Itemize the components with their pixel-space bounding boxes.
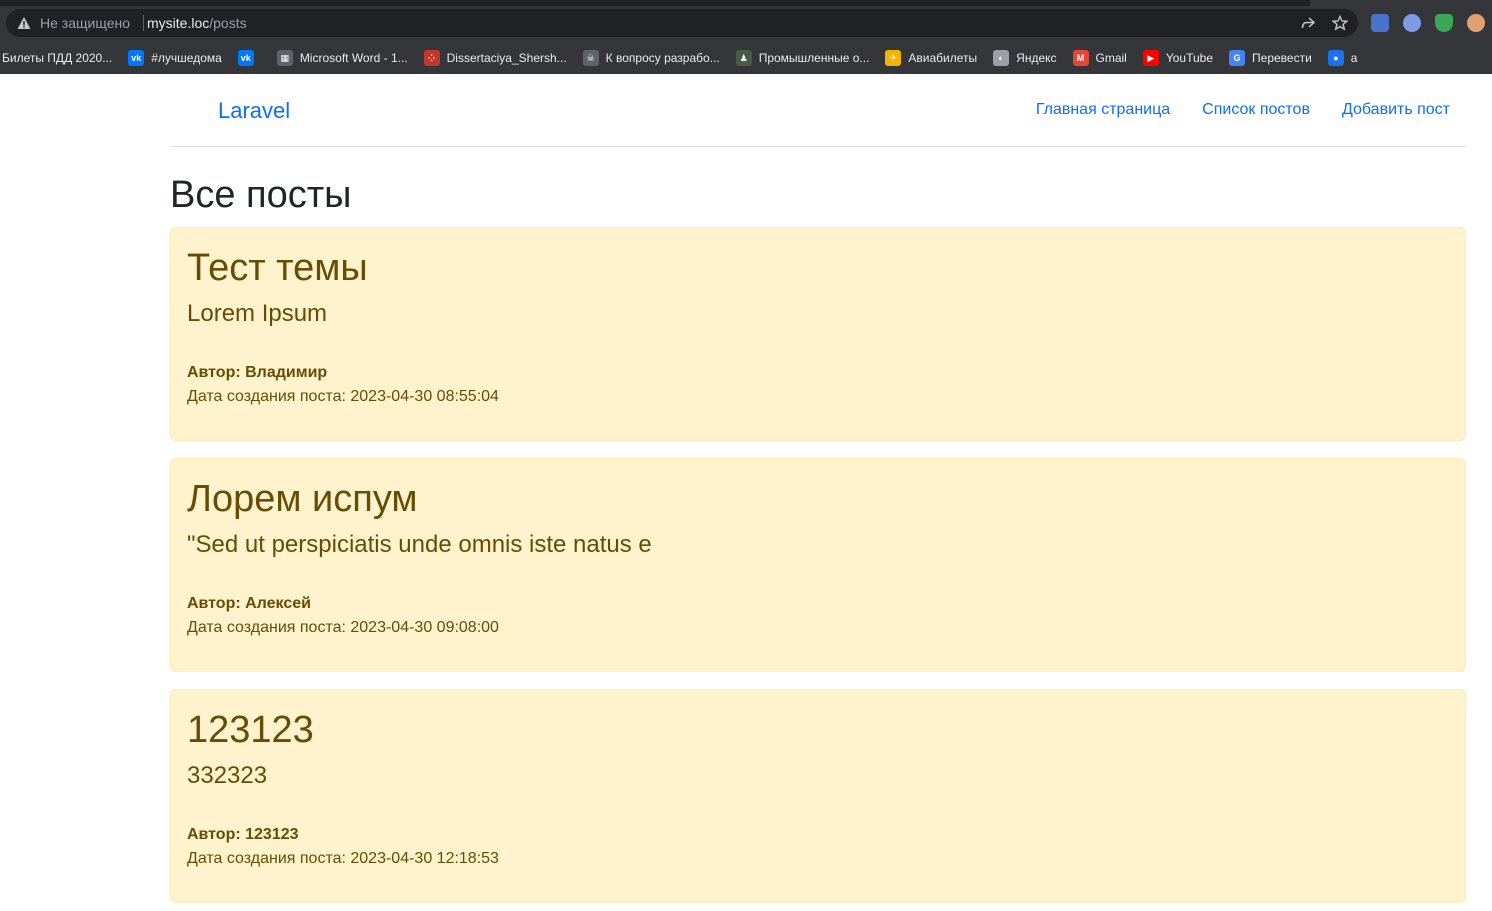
bookmark-label: YouTube	[1165, 51, 1214, 65]
skull-icon: ☠	[582, 50, 599, 66]
translate-icon: G	[1229, 50, 1246, 66]
url-host: mysite.loc	[147, 15, 210, 31]
warning-icon[interactable]	[17, 16, 31, 30]
post-card: 123123 332323 Автор: 123123 Дата создани…	[170, 689, 1466, 903]
owl-extension-icon[interactable]	[1467, 14, 1485, 32]
post-author: Автор: Алексей	[187, 595, 311, 612]
bookmark-label: Промышленные о...	[758, 51, 870, 65]
bookmark-label: #лучшедома	[151, 51, 222, 65]
site-navbar: Laravel Главная страница Список постов Д…	[170, 74, 1466, 147]
vk-icon: vk	[237, 50, 254, 66]
bookmark-item[interactable]: vk	[237, 46, 261, 70]
bookmark-star-icon[interactable]	[1331, 14, 1349, 31]
person-icon: ♟	[735, 50, 752, 66]
bookmark-item[interactable]: ✈ Авиабилеты	[885, 46, 977, 70]
bookmark-item[interactable]: ◐ Яндекс	[993, 46, 1057, 70]
dots-icon: ⁘	[423, 50, 440, 66]
bookmark-item[interactable]: Билеты ПДД 2020...	[2, 46, 112, 70]
gmail-icon: M	[1072, 50, 1089, 66]
post-body: 332323	[187, 762, 268, 789]
address-bar[interactable]: Не защищено mysite.loc/posts	[6, 9, 1358, 37]
post-title: Лорем испум	[187, 478, 418, 520]
nav-link-add-post[interactable]: Добавить пост	[1342, 101, 1450, 119]
bookmark-item[interactable]: M Gmail	[1072, 46, 1127, 70]
security-label[interactable]: Не защищено	[40, 15, 130, 31]
bookmark-item[interactable]: ⁘ Dissertaciya_Shersh...	[423, 46, 567, 70]
bookmark-item[interactable]: ● a	[1327, 46, 1358, 70]
search-extension-icon[interactable]	[1403, 14, 1421, 32]
document-icon: ▦	[276, 50, 293, 66]
vk-icon: vk	[128, 50, 145, 66]
shield-extension-icon[interactable]	[1435, 14, 1453, 32]
bookmark-item[interactable]: G Перевести	[1229, 46, 1312, 70]
bookmark-label: Dissertaciya_Shersh...	[446, 51, 567, 65]
post-date: Дата создания поста: 2023-04-30 08:55:04	[187, 388, 499, 405]
browser-toolbar: Не защищено mysite.loc/posts	[0, 0, 1492, 42]
bookmark-label: Авиабилеты	[908, 51, 978, 65]
post-title: Тест темы	[187, 247, 368, 289]
post-card: Тест темы Lorem Ipsum Автор: Владимир Да…	[170, 227, 1466, 441]
bookmark-label: Microsoft Word - 1...	[299, 51, 408, 65]
bookmark-item[interactable]: ☠ К вопросу разрабо...	[582, 46, 720, 70]
bookmark-label: Яндекс	[1016, 51, 1057, 65]
tab-strip	[0, 0, 1310, 6]
nav-links: Главная страница Список постов Добавить …	[1036, 101, 1450, 119]
post-title: 123123	[187, 709, 314, 751]
plane-icon: ✈	[885, 50, 902, 66]
bookmark-label: Gmail	[1095, 51, 1127, 65]
bookmark-label: Билеты ПДД 2020...	[2, 51, 113, 65]
bookmark-item[interactable]: vk #лучшедома	[128, 46, 222, 70]
site-brand-link[interactable]: Laravel	[218, 98, 290, 124]
bookmark-label: a	[1350, 51, 1358, 65]
url-path: /posts	[209, 15, 247, 31]
post-author: Автор: 123123	[187, 826, 299, 843]
bookmarks-bar: Билеты ПДД 2020... vk #лучшедома vk ▦ Microso…	[0, 42, 1492, 74]
translate-extension-icon[interactable]	[1371, 14, 1389, 32]
share-icon[interactable]	[1300, 15, 1316, 31]
post-author: Автор: Владимир	[187, 364, 328, 381]
page-title: Все посты	[170, 174, 352, 216]
post-card: Лорем испум "Sed ut perspiciatis unde om…	[170, 458, 1466, 672]
post-body: "Sed ut perspiciatis unde omnis iste nat…	[187, 531, 652, 558]
bookmark-item[interactable]: ▦ Microsoft Word - 1...	[276, 46, 408, 70]
url-text[interactable]: mysite.loc/posts	[147, 15, 247, 31]
chat-icon: ●	[1327, 50, 1344, 66]
post-date: Дата создания поста: 2023-04-30 09:08:00	[187, 619, 499, 636]
page-content: Laravel Главная страница Список постов Д…	[0, 74, 1492, 911]
nav-link-home[interactable]: Главная страница	[1036, 101, 1170, 119]
omnibox-separator	[143, 15, 144, 31]
post-date: Дата создания поста: 2023-04-30 12:18:53	[187, 850, 499, 867]
bookmark-item[interactable]: ▶ YouTube	[1142, 46, 1214, 70]
bookmark-label: Перевести	[1252, 51, 1312, 65]
bookmark-item[interactable]: ♟ Промышленные о...	[735, 46, 870, 70]
bookmark-label: К вопросу разрабо...	[605, 51, 720, 65]
globe-icon: ◐	[993, 50, 1010, 66]
post-body: Lorem Ipsum	[187, 300, 328, 327]
youtube-icon: ▶	[1142, 50, 1159, 66]
nav-link-posts[interactable]: Список постов	[1202, 101, 1310, 119]
